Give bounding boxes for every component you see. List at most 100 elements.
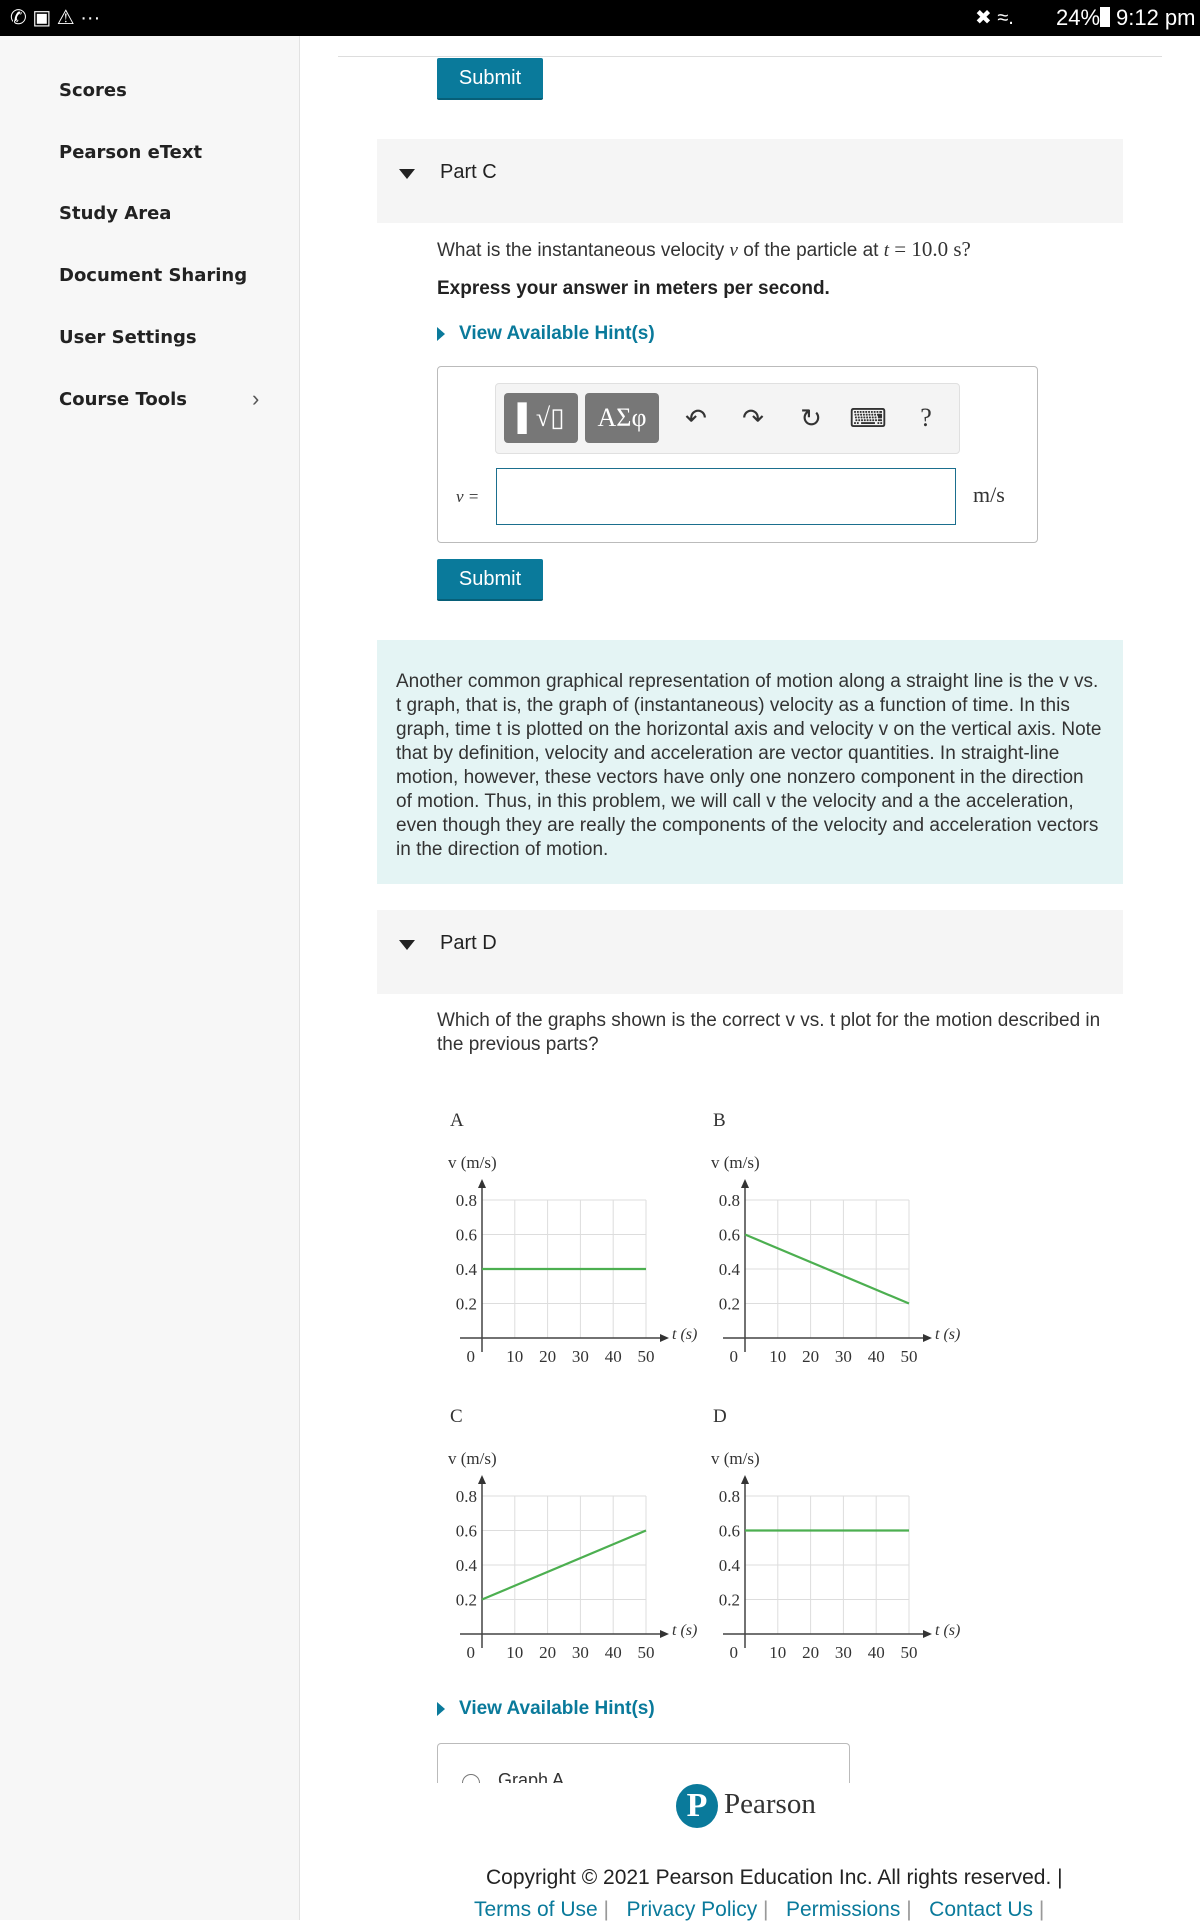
expand-triangle-icon <box>437 326 445 341</box>
y-tick-label: 0.6 <box>456 1522 477 1541</box>
part-d-hint-link[interactable]: View Available Hint(s) <box>437 1698 655 1720</box>
chart-title: D <box>713 1406 727 1427</box>
radio-graph-a[interactable] <box>462 1774 480 1783</box>
answer-options-box: Graph A <box>437 1743 850 1783</box>
x-tick-label: 10 <box>506 1643 523 1662</box>
part-d-question: Which of the graphs shown is the correct… <box>437 1010 1101 1055</box>
status-bar: ✆ ▣ ⚠ ··· ✖ ≈. 24% 9:12 pm <box>0 0 1200 36</box>
chart-panel-b: Bv (m/s) 0.2 0.4 0.6 0.8 t (s) 0 10 20 30 40 50 <box>711 1110 960 1366</box>
sidebar-item-course-tools[interactable]: Course Tools <box>59 389 187 410</box>
undo-icon[interactable]: ↶ <box>676 393 716 443</box>
mute-wifi-signal-icons: ✖ ≈. <box>975 7 1014 29</box>
keyboard-icon[interactable]: ⌨ <box>848 393 888 443</box>
x-tick-label: 10 <box>506 1347 523 1366</box>
y-axis-label: v (m/s) <box>448 1153 497 1172</box>
unit-label: m/s <box>973 482 1005 507</box>
part-d-title: Part D <box>440 932 497 954</box>
templates-button[interactable]: ▌√▯ <box>504 393 578 443</box>
sidebar-item-etext[interactable]: Pearson eText <box>59 142 202 163</box>
chart-panel-c: Cv (m/s) 0.2 0.4 0.6 0.8 t (s) 0 10 20 30 40 50 <box>448 1406 697 1662</box>
y-axis-label: v (m/s) <box>711 1449 760 1468</box>
contact-link[interactable]: Contact Us <box>929 1898 1033 1921</box>
submit-button-part-b[interactable]: Submit <box>437 58 543 100</box>
y-axis-arrow <box>741 1475 749 1484</box>
chart-panel-d: Dv (m/s) 0.2 0.4 0.6 0.8 t (s) 0 10 20 30 40 50 <box>711 1406 960 1662</box>
x-tick-label: 40 <box>605 1643 622 1662</box>
part-c-question: What is the instantaneous velocity v of … <box>437 237 971 261</box>
x-axis-arrow <box>923 1334 932 1342</box>
chart-title: A <box>450 1110 464 1131</box>
x-tick-label: 0 <box>467 1643 476 1662</box>
footer-links: Terms of Use | Privacy Policy | Permissi… <box>474 1898 1045 1921</box>
y-tick-label: 0.8 <box>456 1487 477 1506</box>
x-tick-label: 10 <box>769 1347 786 1366</box>
velocity-answer-input[interactable] <box>496 468 956 525</box>
greek-symbols-button[interactable]: ΑΣφ <box>585 393 659 443</box>
submit-button-part-c[interactable]: Submit <box>437 559 543 601</box>
x-tick-label: 50 <box>901 1643 918 1662</box>
privacy-link[interactable]: Privacy Policy <box>627 1898 758 1921</box>
x-tick-label: 50 <box>638 1347 655 1366</box>
redo-icon[interactable]: ↷ <box>733 393 773 443</box>
permissions-link[interactable]: Permissions <box>786 1898 900 1921</box>
info-panel: Another common graphical representation … <box>377 640 1123 884</box>
terms-link[interactable]: Terms of Use <box>474 1898 598 1921</box>
sidebar-item-study-area[interactable]: Study Area <box>59 203 171 224</box>
divider <box>338 56 1162 57</box>
y-tick-label: 0.8 <box>456 1191 477 1210</box>
x-tick-label: 20 <box>802 1643 819 1662</box>
chart-title: B <box>713 1110 726 1131</box>
expand-triangle-icon <box>437 1701 445 1716</box>
y-tick-label: 0.4 <box>456 1556 478 1575</box>
y-tick-label: 0.6 <box>456 1226 477 1245</box>
chevron-right-icon[interactable]: › <box>252 386 259 412</box>
x-axis-label: t (s) <box>935 1622 960 1639</box>
chart-panel-a: Av (m/s) 0.2 0.4 0.6 0.8 t (s) 0 10 20 30 40 50 <box>448 1110 697 1366</box>
y-axis-arrow <box>478 1179 486 1188</box>
sidebar-item-scores[interactable]: Scores <box>59 80 127 101</box>
y-tick-label: 0.4 <box>456 1260 478 1279</box>
y-tick-label: 0.2 <box>719 1591 740 1610</box>
battery-level: 24% <box>1056 5 1101 30</box>
x-tick-label: 40 <box>605 1347 622 1366</box>
answer-box: ▌√▯ ΑΣφ ↶ ↷ ↻ ⌨ ? v = m/s <box>437 366 1038 543</box>
x-tick-label: 0 <box>730 1347 739 1366</box>
x-tick-label: 20 <box>539 1643 556 1662</box>
y-axis-label: v (m/s) <box>448 1449 497 1468</box>
x-tick-label: 0 <box>730 1643 739 1662</box>
help-icon[interactable]: ? <box>906 393 946 443</box>
x-tick-label: 40 <box>868 1347 885 1366</box>
part-d-header[interactable]: Part D <box>377 910 1123 994</box>
y-tick-label: 0.2 <box>456 1591 477 1610</box>
x-tick-label: 0 <box>467 1347 476 1366</box>
pearson-brand: Pearson <box>724 1788 816 1820</box>
x-tick-label: 10 <box>769 1643 786 1662</box>
sidebar: Scores Pearson eText Study Area Document… <box>0 36 300 1920</box>
y-axis-label: v (m/s) <box>711 1153 760 1172</box>
option-graph-a-label: Graph A <box>498 1770 565 1783</box>
y-tick-label: 0.6 <box>719 1522 740 1541</box>
graphs-figure: Av (m/s) 0.2 0.4 0.6 0.8 t (s) 0 10 20 30 40 50 Bv (… <box>448 1110 960 1662</box>
sidebar-item-document-sharing[interactable]: Document Sharing <box>59 265 247 286</box>
clock: 9:12 pm <box>1116 5 1196 30</box>
y-tick-label: 0.4 <box>719 1260 741 1279</box>
x-tick-label: 50 <box>901 1347 918 1366</box>
y-tick-label: 0.2 <box>719 1295 740 1314</box>
part-c-header[interactable]: Part C <box>377 139 1123 223</box>
x-tick-label: 50 <box>638 1643 655 1662</box>
copyright: Copyright © 2021 Pearson Education Inc. … <box>486 1866 1063 1889</box>
y-axis-arrow <box>741 1179 749 1188</box>
input-label: v = <box>456 487 480 506</box>
chart-title: C <box>450 1406 463 1427</box>
y-axis-arrow <box>478 1475 486 1484</box>
x-tick-label: 30 <box>835 1643 852 1662</box>
x-axis-label: t (s) <box>672 1326 697 1343</box>
x-axis-arrow <box>660 1630 669 1638</box>
collapse-triangle-icon <box>399 169 415 179</box>
reset-icon[interactable]: ↻ <box>791 393 831 443</box>
part-c-hint-link[interactable]: View Available Hint(s) <box>437 323 655 345</box>
x-tick-label: 30 <box>572 1643 589 1662</box>
y-tick-label: 0.6 <box>719 1226 740 1245</box>
sidebar-item-user-settings[interactable]: User Settings <box>59 327 197 348</box>
pearson-logo-icon: P <box>676 1784 718 1828</box>
